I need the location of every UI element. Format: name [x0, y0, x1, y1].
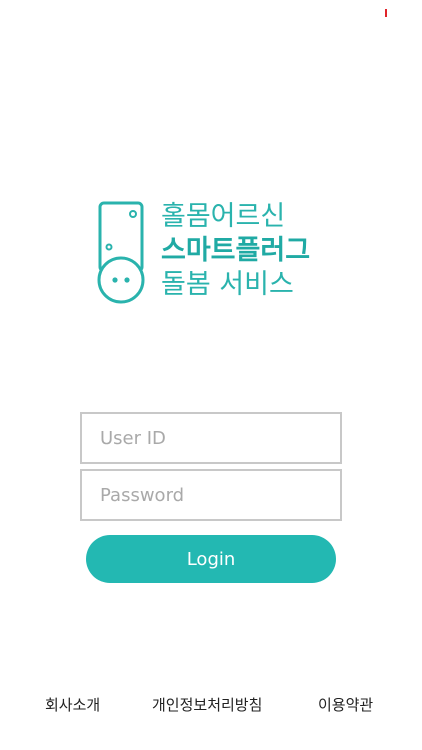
- terms-of-use-link[interactable]: 이용약관: [318, 694, 373, 715]
- user-id-input[interactable]: [80, 412, 342, 464]
- privacy-policy-link[interactable]: 개인정보처리방침: [152, 694, 262, 715]
- smart-plug-icon: [97, 201, 145, 304]
- status-indicator: [385, 9, 387, 17]
- logo-line-1: 홀몸어르신: [161, 201, 286, 232]
- logo-line-2: 스마트플러그: [161, 235, 311, 266]
- login-button[interactable]: Login: [86, 535, 336, 583]
- footer-links: 회사소개 개인정보처리방침 이용약관: [0, 694, 422, 718]
- company-info-link[interactable]: 회사소개: [45, 694, 100, 715]
- password-input[interactable]: [80, 469, 342, 521]
- logo-line-3: 돌봄 서비스: [161, 269, 294, 300]
- app-logo: 홀몸어르신 스마트플러그 돌봄 서비스: [95, 200, 335, 310]
- logo-text: 홀몸어르신 스마트플러그 돌봄 서비스: [161, 200, 341, 302]
